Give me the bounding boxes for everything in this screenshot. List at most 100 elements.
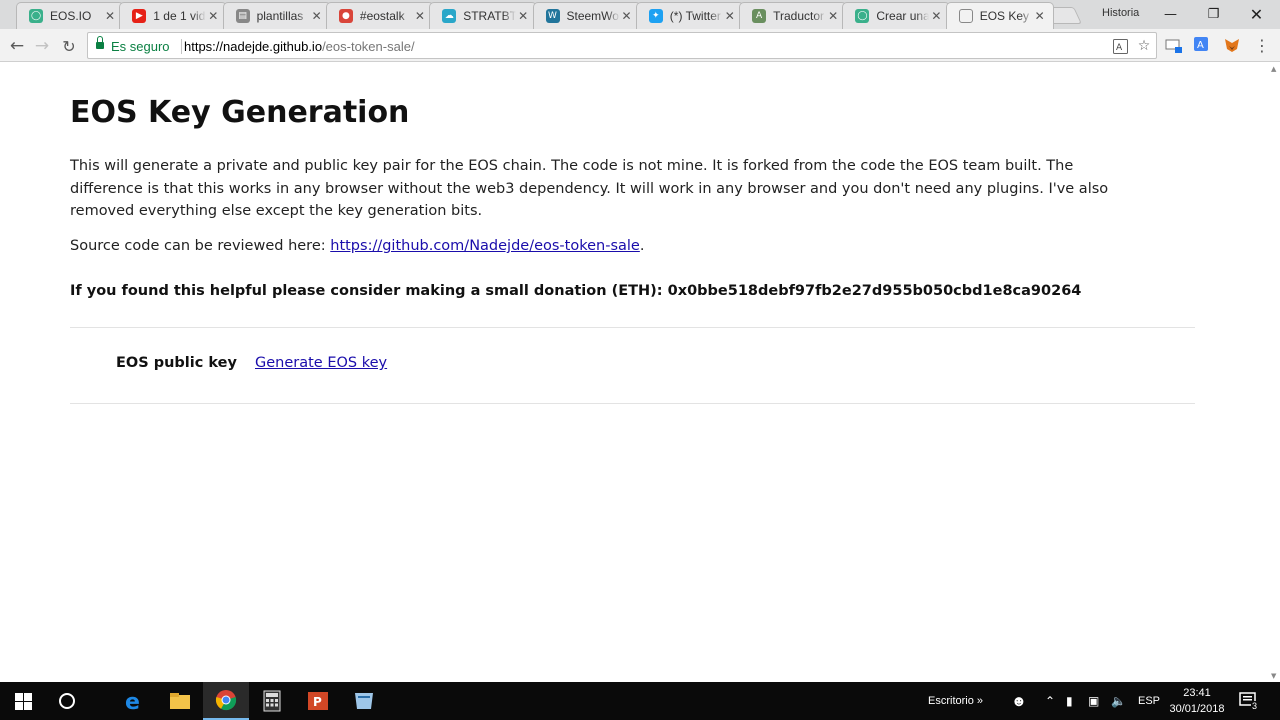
desktop-toolbar-label[interactable]: Escritorio » xyxy=(928,682,983,720)
browser-tab[interactable]: ● #eostalk ✕ xyxy=(325,2,434,29)
windows-taskbar: e P Escritorio » ☻ ⌃ ▮ ▣ 🔈 ESP 23:41 30/0… xyxy=(0,682,1280,720)
cortana-search-icon[interactable] xyxy=(44,682,90,720)
browser-tab[interactable]: ☁ STRATBT ✕ xyxy=(429,2,538,29)
tab-close-icon[interactable]: ✕ xyxy=(310,9,324,23)
wordpress-icon: W xyxy=(545,9,560,23)
close-window-button[interactable]: ✕ xyxy=(1234,0,1279,28)
tab-close-icon[interactable]: ✕ xyxy=(723,9,737,23)
powerpoint-icon[interactable]: P xyxy=(295,682,341,720)
tab-title: STRATBT xyxy=(463,9,517,23)
browser-tab[interactable]: EOS Key Generation✕ xyxy=(945,2,1054,29)
donation-text: If you found this helpful please conside… xyxy=(70,283,1082,299)
secure-label: Es seguro xyxy=(111,39,170,54)
eos-green-icon: ◯ xyxy=(855,9,870,23)
translate-icon[interactable]: A xyxy=(1111,37,1129,55)
restore-button[interactable]: ❐ xyxy=(1191,0,1236,28)
extension-translate-icon[interactable]: A xyxy=(1192,35,1212,55)
clock-date: 30/01/2018 xyxy=(1169,703,1225,715)
back-button[interactable]: ← xyxy=(5,34,29,58)
chrome-icon[interactable] xyxy=(203,682,249,720)
tab-title: (*) Twitter xyxy=(669,9,721,23)
document-icon: ▤ xyxy=(235,9,250,23)
system-clock[interactable]: 23:41 30/01/2018 xyxy=(1164,685,1230,717)
page-title: EOS Key Generation xyxy=(70,95,410,130)
metamask-fox-icon[interactable] xyxy=(1222,35,1242,55)
volume-icon[interactable]: 🔈 xyxy=(1111,682,1126,720)
extension-cast-icon[interactable] xyxy=(1164,35,1184,55)
forward-button[interactable]: → xyxy=(30,34,54,58)
generate-key-link[interactable]: Generate EOS key xyxy=(255,355,387,371)
source-paragraph: Source code can be reviewed here: https:… xyxy=(70,238,644,254)
svg-text:e: e xyxy=(125,690,140,712)
tab-close-icon[interactable]: ✕ xyxy=(413,9,427,23)
clock-time: 23:41 xyxy=(1183,687,1211,699)
browser-tab[interactable]: ◯ Crear una ✕ xyxy=(842,2,951,29)
app-window-icon[interactable] xyxy=(341,682,387,720)
tab-close-icon[interactable]: ✕ xyxy=(826,9,840,23)
action-center-icon[interactable]: 3 xyxy=(1239,682,1259,720)
source-suffix: . xyxy=(639,238,645,254)
page-scrollbar[interactable]: ▲ ▼ xyxy=(1268,63,1280,682)
source-label: Source code can be reviewed here: xyxy=(70,238,331,254)
tab-title: 1 de 1 video xyxy=(153,9,206,23)
svg-text:P: P xyxy=(313,695,322,709)
tab-title: EOS Key Generation xyxy=(979,9,1033,23)
bookmark-star-icon[interactable]: ☆ xyxy=(1135,37,1153,55)
scroll-up-arrow-icon[interactable]: ▲ xyxy=(1271,65,1276,73)
tab-title: Traductor xyxy=(773,9,824,23)
divider-bottom xyxy=(70,403,1195,404)
calculator-icon[interactable] xyxy=(249,682,295,720)
tab-title: plantillas xyxy=(256,9,304,23)
address-separator xyxy=(181,39,182,54)
address-bar[interactable]: Es seguro https://nadejde.github.io/eos-… xyxy=(87,32,1157,59)
tab-close-icon[interactable]: ✕ xyxy=(929,9,943,23)
tab-close-icon[interactable]: ✕ xyxy=(1033,9,1047,23)
network-icon[interactable]: ▣ xyxy=(1088,682,1099,720)
twitter-icon: ✦ xyxy=(648,9,663,23)
notification-count: 3 xyxy=(1251,701,1259,711)
tab-close-icon[interactable]: ✕ xyxy=(103,9,117,23)
scroll-down-arrow-icon[interactable]: ▼ xyxy=(1271,672,1276,680)
lock-icon xyxy=(96,36,104,50)
tab-title: EOS.IO xyxy=(50,9,92,23)
battery-icon[interactable]: ▮ xyxy=(1066,682,1073,720)
browser-tab[interactable]: ▶ 1 de 1 video✕ xyxy=(119,2,228,29)
edge-browser-icon[interactable]: e xyxy=(111,682,157,720)
reload-button[interactable]: ↻ xyxy=(57,34,81,58)
browser-toolbar: ← → ↻ Es seguro https://nadejde.github.i… xyxy=(0,29,1280,62)
browser-tab[interactable]: ▤ plantillas ✕ xyxy=(222,2,331,29)
url-text[interactable]: https://nadejde.github.io/eos-token-sale… xyxy=(184,39,415,54)
tab-close-icon[interactable]: ✕ xyxy=(620,9,634,23)
browser-tab[interactable]: A Traductor ✕ xyxy=(739,2,848,29)
profile-label[interactable]: Historia xyxy=(1102,7,1139,19)
steemit-red-icon: ● xyxy=(338,9,353,23)
browser-tab[interactable]: W SteemWorld✕ xyxy=(532,2,641,29)
youtube-icon: ▶ xyxy=(132,9,147,23)
divider-top xyxy=(70,327,1195,328)
tab-title: Crear una xyxy=(876,9,930,23)
show-hidden-icons-icon[interactable]: ⌃ xyxy=(1045,682,1055,720)
tab-close-icon[interactable]: ✕ xyxy=(206,9,220,23)
browser-tab[interactable]: ✦ (*) Twitter ✕ xyxy=(635,2,744,29)
translate-icon: A xyxy=(752,9,767,23)
browser-tab[interactable]: ◯ EOS.IO ✕ xyxy=(16,2,124,29)
document-icon xyxy=(958,9,973,23)
tab-title: SteemWorld xyxy=(566,9,620,23)
people-icon[interactable]: ☻ xyxy=(1011,682,1027,720)
language-indicator[interactable]: ESP xyxy=(1138,682,1160,720)
web-page: EOS Key Generation This will generate a … xyxy=(0,63,1268,682)
start-windows-icon[interactable] xyxy=(0,682,46,720)
svg-text:A: A xyxy=(1116,43,1123,53)
eos-green-icon: ◯ xyxy=(29,9,43,23)
file-explorer-icon[interactable] xyxy=(157,682,203,720)
tab-title: #eostalk xyxy=(359,9,405,23)
menu-icon[interactable]: ⋮ xyxy=(1252,35,1272,55)
intro-paragraph: This will generate a private and public … xyxy=(70,158,1109,219)
cloud-icon: ☁ xyxy=(442,9,457,23)
tab-strip: ◯EOS.IO✕▶1 de 1 video✕▤plantillas✕●#eost… xyxy=(0,0,1280,29)
minimize-button[interactable]: — xyxy=(1148,0,1193,28)
source-link[interactable]: https://github.com/Nadejde/eos-token-sal… xyxy=(330,238,640,254)
svg-text:A: A xyxy=(1197,40,1204,51)
tab-close-icon[interactable]: ✕ xyxy=(516,9,530,23)
public-key-label: EOS public key xyxy=(116,355,237,371)
